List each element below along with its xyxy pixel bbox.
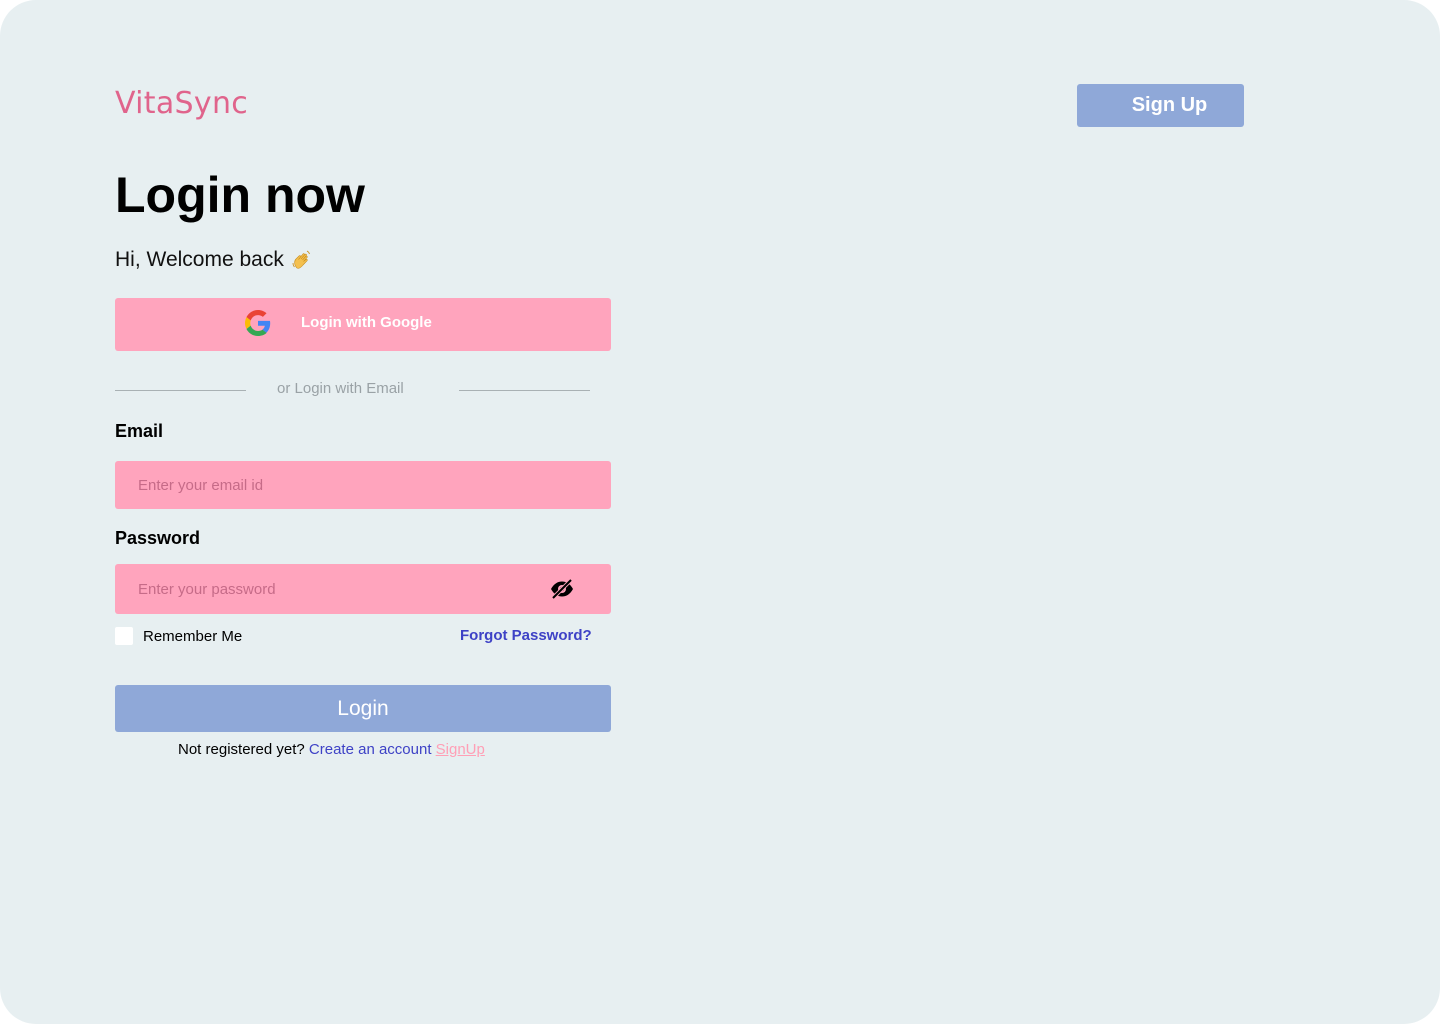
- remember-me: Remember Me: [115, 627, 242, 645]
- email-label: Email: [115, 421, 164, 441]
- email-field[interactable]: [138, 461, 538, 509]
- divider-line-left: [115, 390, 246, 391]
- password-field-container: [115, 564, 611, 614]
- header-signup-button[interactable]: Sign Up: [1077, 84, 1244, 127]
- email-field-container: [115, 461, 611, 509]
- login-page: VitaSync Sign Up Login now Hi, Welcome b…: [0, 0, 1440, 1024]
- welcome-text: Hi, Welcome back: [115, 248, 284, 271]
- vitasync-logo: VitaSync: [115, 86, 249, 121]
- register-prompt-text: Not registered yet?: [178, 741, 305, 758]
- create-account-link[interactable]: Create an account: [309, 741, 432, 758]
- forgot-password-link[interactable]: Forgot Password?: [460, 627, 592, 644]
- eye-off-icon[interactable]: [549, 576, 575, 602]
- signup-link[interactable]: SignUp: [436, 741, 485, 758]
- remember-me-checkbox[interactable]: [115, 627, 133, 645]
- login-button[interactable]: Login: [115, 685, 611, 732]
- register-prompt: Not registered yet? Create an account Si…: [178, 741, 485, 758]
- password-label: Password: [115, 528, 201, 548]
- google-button-label: Login with Google: [301, 314, 432, 331]
- password-field[interactable]: [138, 564, 538, 614]
- welcome-message: Hi, Welcome back: [115, 248, 314, 272]
- page-title: Login now: [115, 167, 365, 223]
- divider-text: or Login with Email: [277, 380, 404, 397]
- waving-hand-icon: [290, 248, 314, 272]
- remember-me-label: Remember Me: [143, 627, 243, 645]
- divider-line-right: [459, 390, 590, 391]
- login-with-google-button[interactable]: Login with Google: [115, 298, 611, 351]
- google-icon: [245, 310, 271, 336]
